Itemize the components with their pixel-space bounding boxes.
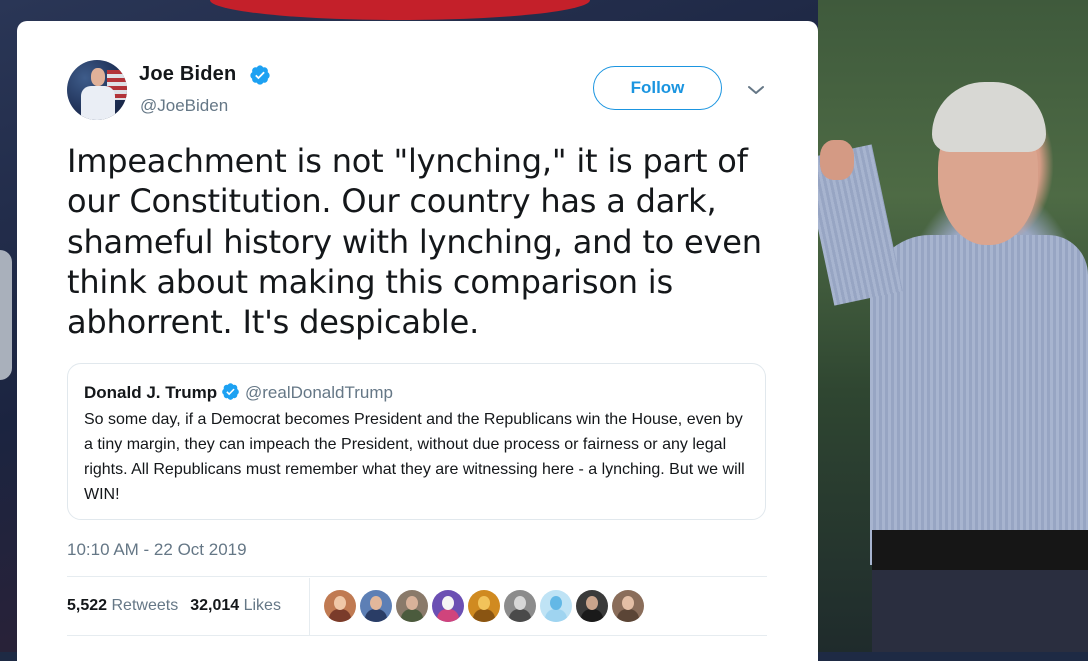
liker-avatar[interactable]	[324, 590, 356, 622]
liker-avatar[interactable]	[432, 590, 464, 622]
photo-hand	[820, 140, 854, 180]
verified-badge-icon	[222, 383, 239, 400]
photo-belt	[872, 530, 1088, 570]
liker-avatar[interactable]	[504, 590, 536, 622]
display-name[interactable]: Joe Biden	[139, 63, 236, 86]
verified-badge-icon	[250, 65, 270, 85]
likes-label: Likes	[243, 597, 281, 614]
divider	[67, 576, 767, 577]
tweet-card: Joe Biden @JoeBiden Follow Impeachment i…	[17, 21, 818, 661]
retweets-label: Retweets	[111, 597, 179, 614]
retweets-count: 5,522	[67, 597, 108, 614]
photo-pants	[872, 570, 1088, 652]
avatar[interactable]	[67, 60, 127, 120]
liker-avatar[interactable]	[576, 590, 608, 622]
timestamp[interactable]: 10:10 AM - 22 Oct 2019	[67, 540, 247, 560]
tweet-text: Impeachment is not "lynching," it is par…	[67, 142, 762, 342]
liker-avatar[interactable]	[360, 590, 392, 622]
background-left-edge	[0, 250, 12, 380]
avatar-head	[91, 68, 105, 86]
liker-avatar[interactable]	[396, 590, 428, 622]
likers-avatars	[324, 590, 644, 622]
liker-avatar[interactable]	[612, 590, 644, 622]
quoted-handle: @realDonaldTrump	[245, 383, 393, 402]
likes-stat[interactable]: 32,014 Likes	[190, 597, 281, 615]
photo-shirt	[870, 235, 1088, 565]
liker-avatar[interactable]	[468, 590, 500, 622]
chevron-down-icon[interactable]	[747, 84, 765, 96]
stats-separator	[309, 578, 310, 635]
quoted-display-name: Donald J. Trump	[84, 383, 218, 402]
liker-avatar[interactable]	[540, 590, 572, 622]
divider	[67, 635, 767, 636]
quoted-text: So some day, if a Democrat becomes Presi…	[84, 411, 745, 503]
avatar-body	[81, 86, 115, 120]
quoted-tweet[interactable]: Donald J. Trump @realDonaldTrump So some…	[67, 363, 766, 520]
likes-count: 32,014	[190, 597, 240, 614]
handle[interactable]: @JoeBiden	[140, 96, 228, 116]
follow-button[interactable]: Follow	[593, 66, 722, 110]
tweet-stats: 5,522 Retweets 32,014 Likes	[67, 597, 281, 615]
retweets-stat[interactable]: 5,522 Retweets	[67, 597, 178, 615]
